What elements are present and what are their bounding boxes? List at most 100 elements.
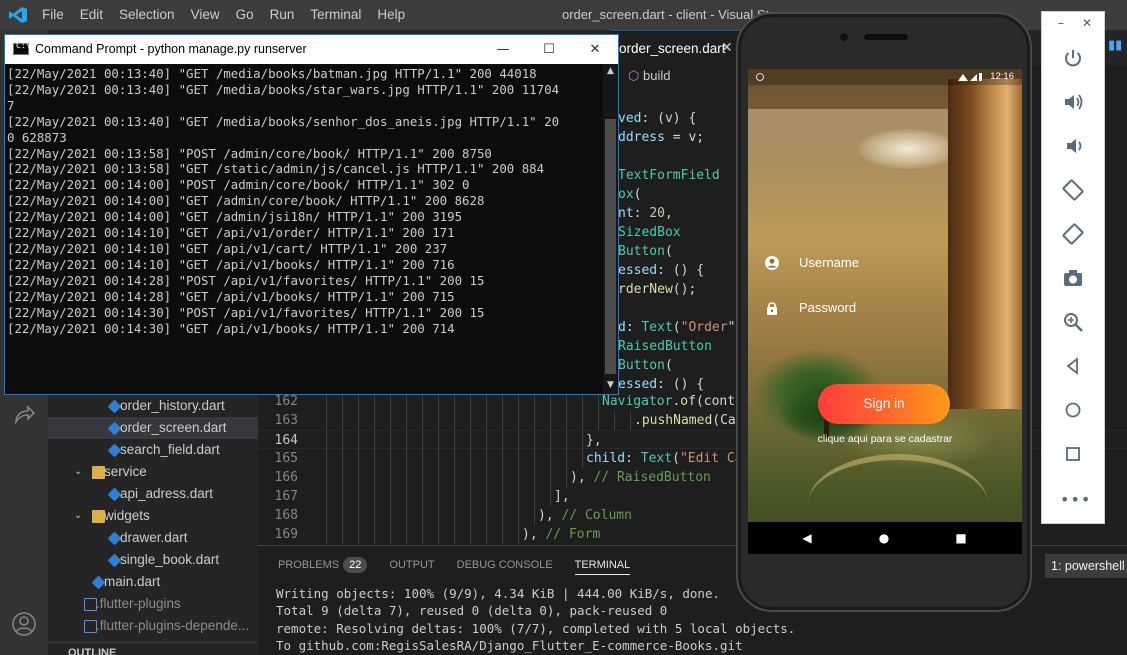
nav-overview-icon[interactable]: ■ [953,530,969,546]
line-number: 168 [274,508,298,523]
menu-item-run[interactable]: Run [262,0,303,30]
menu-item-go[interactable]: Go [228,0,262,30]
file-item[interactable]: main.dart [48,571,258,593]
folder-item[interactable]: ⌄ widgets [48,505,258,527]
cmd-log-line: [22/May/2021 00:13:40] "GET /media/books… [7,66,537,81]
cmd-titlebar[interactable]: C:\ Command Prompt - python manage.py ru… [5,35,618,64]
cmd-log-line: [22/May/2021 00:14:10] "GET /api/v1/cart… [7,240,448,256]
menu-item-help[interactable]: Help [369,0,413,30]
code-token: Button [618,244,665,259]
code-token: 20 [649,206,665,221]
indent-guides [326,411,634,430]
panel-tab-debug-console[interactable]: DEBUG CONSOLE [457,556,553,575]
outline-section-header[interactable]: OUTLINE [48,642,258,655]
tab-close-icon[interactable]: ✕ [721,31,733,66]
code-token: ddress [618,130,665,145]
panel-tab-label: TERMINAL [574,559,631,571]
account-icon[interactable] [10,610,38,638]
code-text: ), // RaisedButton [570,468,711,487]
nav-home-icon[interactable]: ● [876,530,892,546]
cmd-log-line: 0 628873 [7,129,67,145]
sign-in-button[interactable]: Sign in [818,384,950,424]
cmd-output[interactable]: [22/May/2021 00:13:40] "GET /media/books… [5,64,602,394]
tab-order-screen[interactable]: order_screen.dart ✕ [611,30,741,65]
menu-item-view[interactable]: View [183,0,228,30]
file-item[interactable]: order_screen.dart [48,417,258,439]
back-icon[interactable] [1062,355,1084,377]
split-editor-icon[interactable]: ▮▮ [1108,38,1122,53]
file-item[interactable]: .flutter-plugins-depende... [48,615,258,637]
status-time: 12:16 [990,71,1014,82]
signal-battery-icon [958,73,982,81]
scroll-up-icon[interactable]: ▲ [605,66,616,78]
tree-item-label: .flutter-plugins-depende... [96,618,250,633]
indent-guides [326,468,570,487]
line-number: 163 [274,413,298,428]
menu-item-selection[interactable]: Selection [111,0,183,30]
code-token: (); [672,282,697,297]
file-item[interactable]: search_field.dart [48,439,258,461]
code-token: // Form [545,527,601,542]
zoom-icon[interactable] [1062,311,1084,333]
chevron-down-icon[interactable]: ⌄ [74,461,82,483]
breadcrumb[interactable]: ⬡ build [628,66,670,86]
problems-count-badge: 22 [343,557,368,573]
method-cube-icon: ⬡ [628,68,640,83]
cmd-app-icon: C:\ [13,41,30,55]
cmd-scrollbar[interactable]: ▲ ▼ [603,64,618,394]
cmd-maximize-button[interactable]: ☐ [526,35,572,64]
rotate-right-icon[interactable] [1062,223,1084,245]
camera-icon[interactable] [1062,267,1084,289]
cmd-log-line: [22/May/2021 00:14:10] "GET /api/v1/orde… [7,225,455,241]
code-token: ), [522,527,546,542]
cmd-close-button[interactable]: ✕ [572,35,618,64]
file-item[interactable]: drawer.dart [48,527,258,549]
code-text: essed: () { [618,261,704,280]
code-text: ox( [618,185,641,204]
code-token: ( [664,244,673,259]
code-token: : [625,320,642,335]
emulator-close-button[interactable]: ✕ [1082,16,1092,30]
panel-tab-terminal[interactable]: TERMINAL [574,556,631,575]
password-field[interactable]: Password [764,296,1004,320]
menu-item-terminal[interactable]: Terminal [302,0,369,30]
code-token: ( [633,187,642,202]
menu-item-edit[interactable]: Edit [72,0,111,30]
cmd-minimize-button[interactable]: — [480,35,526,64]
emulator-minimize-button[interactable]: – [1058,16,1064,30]
terminal-select[interactable]: 1: powershell [1045,554,1127,578]
scroll-down-icon[interactable]: ▼ [605,380,616,392]
code-token: . [634,413,642,428]
folder-item[interactable]: ⌄ service [48,461,258,483]
volume-up-icon[interactable] [1062,91,1084,113]
panel-tab-problems[interactable]: PROBLEMS 22 [278,556,368,575]
home-icon[interactable] [1062,399,1084,421]
rotate-left-icon[interactable] [1062,179,1084,201]
panel-tabs: PROBLEMS 22 OUTPUT DEBUG CONSOLE TERMINAL [278,556,652,575]
code-token: ox [618,187,634,202]
nav-back-icon[interactable]: ◀ [799,530,815,546]
cmd-log-line: [22/May/2021 00:13:40] "GET /media/books… [7,113,560,129]
more-icon[interactable]: ••• [1060,490,1091,509]
code-token: : (v) { [641,111,697,126]
menu-item-file[interactable]: File [34,0,72,30]
code-text: child: Text("Edit Ca [586,449,743,468]
panel-tab-label: OUTPUT [389,559,435,571]
power-icon[interactable] [1062,47,1084,69]
notification-icon [756,73,764,81]
panel-tab-output[interactable]: OUTPUT [389,556,434,575]
code-token: : () { [657,377,705,392]
file-item[interactable]: single_book.dart [48,549,258,571]
overview-icon[interactable] [1062,443,1084,465]
file-item[interactable]: api_adress.dart [48,483,258,505]
file-item[interactable]: order_history.dart [48,395,258,417]
volume-down-icon[interactable] [1062,135,1084,157]
code-token: "Edit Ca [679,451,743,466]
register-link[interactable]: clique aqui para se cadastrar [748,433,1022,445]
scroll-thumb[interactable] [605,119,616,374]
username-field[interactable]: Username [764,251,1004,275]
code-token: : () { [657,263,705,278]
live-share-icon[interactable] [10,402,38,430]
chevron-down-icon[interactable]: ⌄ [74,505,82,527]
file-item[interactable]: .flutter-plugins [48,593,258,615]
